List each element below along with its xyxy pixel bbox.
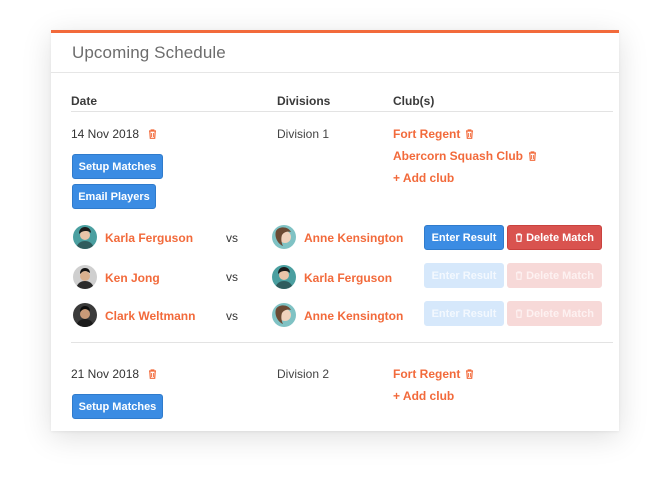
avatar-icon	[272, 225, 296, 249]
delete-match-label: Delete Match	[526, 270, 594, 282]
setup-matches-button[interactable]: Setup Matches	[72, 394, 163, 419]
add-club-link[interactable]: + Add club	[393, 171, 454, 185]
avatar-icon	[73, 303, 97, 327]
trash-icon[interactable]	[528, 151, 537, 161]
avatar-icon	[73, 265, 97, 289]
away-player-link[interactable]: Anne Kensington	[304, 309, 403, 323]
vs-label: vs	[226, 231, 238, 245]
club-name[interactable]: Fort Regent	[393, 127, 460, 141]
delete-match-button[interactable]: Delete Match	[507, 225, 602, 250]
home-player-link[interactable]: Ken Jong	[105, 271, 160, 285]
entry-date: 21 Nov 2018	[71, 367, 140, 381]
delete-match-label: Delete Match	[526, 308, 594, 320]
panel-header: Upcoming Schedule	[51, 33, 619, 73]
header-date: Date	[71, 94, 98, 108]
header-divisions: Divisions	[277, 94, 331, 108]
entry-date-row: 21 Nov 2018	[71, 367, 157, 381]
header-divider	[71, 111, 613, 112]
entry-divider	[71, 342, 613, 343]
club-name[interactable]: Fort Regent	[393, 367, 460, 381]
club-link[interactable]: Abercorn Squash Club	[393, 149, 537, 163]
email-players-button[interactable]: Email Players	[72, 184, 156, 209]
setup-matches-button[interactable]: Setup Matches	[72, 154, 163, 179]
club-link[interactable]: Fort Regent	[393, 127, 474, 141]
entry-date: 14 Nov 2018	[71, 127, 140, 141]
delete-match-button[interactable]: Delete Match	[507, 263, 602, 288]
add-club-link[interactable]: + Add club	[393, 389, 454, 403]
trash-icon[interactable]	[465, 369, 474, 379]
club-name[interactable]: Abercorn Squash Club	[393, 149, 523, 163]
panel-title: Upcoming Schedule	[72, 43, 226, 62]
header-clubs: Club(s)	[393, 94, 435, 108]
trash-icon	[515, 227, 523, 242]
enter-result-button[interactable]: Enter Result	[424, 301, 504, 326]
entry-division: Division 2	[277, 367, 330, 381]
club-link[interactable]: Fort Regent	[393, 367, 474, 381]
vs-label: vs	[226, 270, 238, 284]
avatar-icon	[272, 303, 296, 327]
away-player-link[interactable]: Anne Kensington	[304, 231, 403, 245]
trash-icon[interactable]	[148, 369, 157, 379]
entry-division: Division 1	[277, 127, 330, 141]
delete-match-label: Delete Match	[526, 232, 594, 244]
enter-result-button[interactable]: Enter Result	[424, 263, 504, 288]
trash-icon	[515, 265, 523, 280]
entry-date-row: 14 Nov 2018	[71, 127, 157, 141]
home-player-link[interactable]: Clark Weltmann	[105, 309, 195, 323]
vs-label: vs	[226, 309, 238, 323]
trash-icon[interactable]	[148, 129, 157, 139]
home-player-link[interactable]: Karla Ferguson	[105, 231, 193, 245]
avatar-icon	[272, 265, 296, 289]
trash-icon[interactable]	[465, 129, 474, 139]
delete-match-button[interactable]: Delete Match	[507, 301, 602, 326]
away-player-link[interactable]: Karla Ferguson	[304, 271, 392, 285]
enter-result-button[interactable]: Enter Result	[424, 225, 504, 250]
avatar-icon	[73, 225, 97, 249]
trash-icon	[515, 303, 523, 318]
